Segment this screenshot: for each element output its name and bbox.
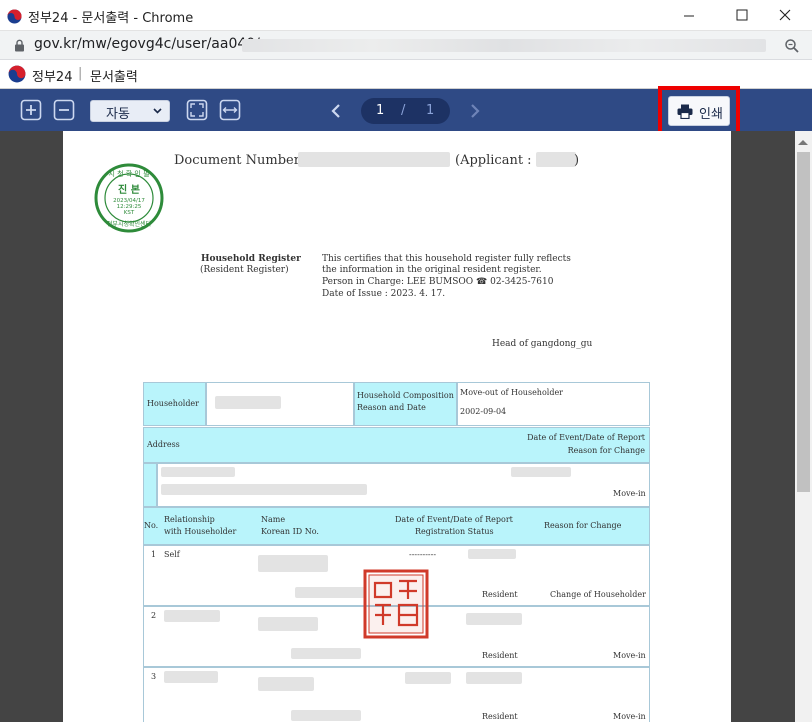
lock-icon bbox=[15, 39, 24, 52]
minimize-icon[interactable] bbox=[666, 0, 712, 31]
row-3-date-redacted-b bbox=[466, 672, 522, 684]
moveout-date: 2002-09-04 bbox=[460, 407, 507, 416]
zoom-magnifier-icon[interactable] bbox=[784, 38, 800, 54]
row-2-relationship-redacted bbox=[164, 610, 220, 622]
address-date-redacted bbox=[511, 467, 571, 477]
col-no: No. bbox=[144, 521, 159, 530]
row-2-id-redacted bbox=[291, 648, 361, 659]
address-label: Address bbox=[147, 440, 180, 449]
address-move-in: Move-in bbox=[613, 489, 646, 498]
gov24-logo-icon bbox=[8, 65, 26, 83]
row-1-dash: ---------- bbox=[409, 550, 437, 559]
date-of-issue: Date of Issue : 2023. 4. 17. bbox=[322, 289, 446, 299]
row-1-date-redacted bbox=[468, 549, 516, 559]
col-name-1: Name bbox=[261, 515, 286, 524]
url-redacted bbox=[242, 39, 766, 52]
current-page-input[interactable]: 1 bbox=[376, 103, 384, 118]
window-titlebar: 정부24 - 문서출력 - Chrome bbox=[0, 0, 812, 31]
doc-number-label: Document Number: bbox=[174, 153, 305, 168]
row-2-date-redacted bbox=[466, 613, 522, 625]
seal-tz: KST bbox=[124, 210, 135, 216]
row-2-reason: Move-in bbox=[613, 651, 646, 660]
fit-width-icon[interactable] bbox=[219, 99, 241, 121]
row-1-relationship: Self bbox=[164, 550, 180, 559]
applicant-redacted bbox=[536, 152, 576, 167]
seal-bottom-text: 정부시청확인센터 bbox=[107, 220, 151, 228]
next-page-icon[interactable] bbox=[469, 103, 481, 119]
seal-main-text: 진 본 bbox=[118, 183, 140, 196]
col-name-2: Korean ID No. bbox=[261, 527, 319, 536]
printer-icon bbox=[677, 104, 693, 119]
row-3-no: 3 bbox=[151, 672, 157, 681]
scrollbar-thumb[interactable] bbox=[797, 152, 810, 492]
address-line-1-redacted bbox=[161, 467, 235, 477]
page-title: 문서출력 bbox=[90, 70, 138, 85]
row-2-no: 2 bbox=[151, 611, 157, 620]
doc-subtitle: (Resident Register) bbox=[200, 265, 289, 275]
previous-page-icon[interactable] bbox=[330, 103, 342, 119]
site-name[interactable]: 정부24 bbox=[32, 66, 72, 85]
url-text[interactable]: gov.kr/mw/egovg4c/user/aa040/ bbox=[34, 36, 260, 52]
address-line-2-redacted bbox=[161, 484, 367, 495]
zoom-select-value: 자동 bbox=[106, 107, 130, 122]
seal-top-text: 시 청 확 인 필 bbox=[108, 169, 149, 178]
person-in-charge: Person in Charge: LEE BUMSOO ☎ 02-3425-7… bbox=[322, 277, 554, 287]
fit-page-icon[interactable] bbox=[186, 99, 208, 121]
composition-label-1: Household Composition bbox=[357, 391, 454, 400]
row-1-name-redacted bbox=[258, 555, 328, 572]
col-date-1: Date of Event/Date of Report bbox=[395, 515, 513, 524]
householder-label: Householder bbox=[147, 399, 199, 408]
row-2-name-redacted bbox=[258, 617, 318, 631]
page-indicator: 1 / 1 bbox=[361, 98, 450, 124]
cert-line-1: This certifies that this household regis… bbox=[322, 254, 571, 264]
row-1-no: 1 bbox=[151, 550, 157, 559]
row-3-reason: Move-in bbox=[613, 712, 646, 721]
gov24-logo-icon bbox=[7, 9, 22, 24]
close-icon[interactable] bbox=[762, 0, 808, 31]
address-side-cell bbox=[143, 463, 157, 507]
col-reason: Reason for Change bbox=[544, 521, 622, 530]
page-separator: / bbox=[401, 103, 406, 118]
cert-line-2: the information in the original resident… bbox=[322, 265, 542, 275]
table-row bbox=[143, 667, 650, 722]
date-event-label-1: Date of Event/Date of Report bbox=[527, 433, 645, 442]
window-title: 정부24 - 문서출력 - Chrome bbox=[28, 11, 194, 26]
row-3-date-redacted-a bbox=[405, 672, 451, 684]
scroll-up-arrow-icon[interactable] bbox=[797, 138, 809, 146]
maximize-icon[interactable] bbox=[716, 0, 762, 31]
site-header: 정부24 | 문서출력 bbox=[0, 60, 812, 89]
print-button[interactable]: 인쇄 bbox=[668, 96, 730, 126]
doc-title: Household Register bbox=[201, 254, 301, 264]
householder-redacted bbox=[215, 396, 281, 409]
col-relationship-2: with Householder bbox=[164, 527, 237, 536]
row-1-id-redacted bbox=[295, 587, 365, 598]
official-stamp-icon bbox=[363, 569, 429, 639]
date-event-label-2: Reason for Change bbox=[567, 446, 645, 455]
print-button-label: 인쇄 bbox=[699, 107, 723, 122]
row-3-status: Resident bbox=[482, 712, 518, 721]
total-pages: 1 bbox=[426, 103, 435, 118]
certification-seal-icon: 시 청 확 인 필 진 본 2023/04/17 12:29:25 KST 정부… bbox=[94, 163, 164, 233]
site-separator: | bbox=[78, 66, 83, 81]
row-1-reason: Change of Householder bbox=[550, 590, 646, 599]
zoom-select[interactable]: 자동 bbox=[90, 100, 170, 122]
document-page: Document Number: (Applicant : ) 시 청 확 인 … bbox=[63, 131, 731, 722]
col-date-2: Registration Status bbox=[415, 527, 494, 536]
moveout-label: Move-out of Householder bbox=[460, 388, 564, 397]
address-bar[interactable]: gov.kr/mw/egovg4c/user/aa040/ bbox=[0, 31, 812, 60]
head-of-office: Head of gangdong_gu bbox=[492, 339, 593, 349]
composition-label-2: Reason and Date bbox=[357, 403, 426, 412]
row-2-status: Resident bbox=[482, 651, 518, 660]
row-3-relationship-redacted bbox=[164, 671, 218, 683]
applicant-close: ) bbox=[574, 153, 580, 168]
col-relationship-1: Relationship bbox=[164, 515, 215, 524]
zoom-out-icon[interactable] bbox=[53, 99, 75, 121]
row-3-id-redacted bbox=[291, 710, 361, 721]
row-3-name-redacted bbox=[258, 677, 314, 691]
zoom-in-icon[interactable] bbox=[20, 99, 42, 121]
row-1-status: Resident bbox=[482, 590, 518, 599]
doc-number-redacted bbox=[298, 152, 450, 167]
chevron-down-icon bbox=[153, 108, 162, 114]
applicant-label: (Applicant : bbox=[455, 153, 532, 168]
